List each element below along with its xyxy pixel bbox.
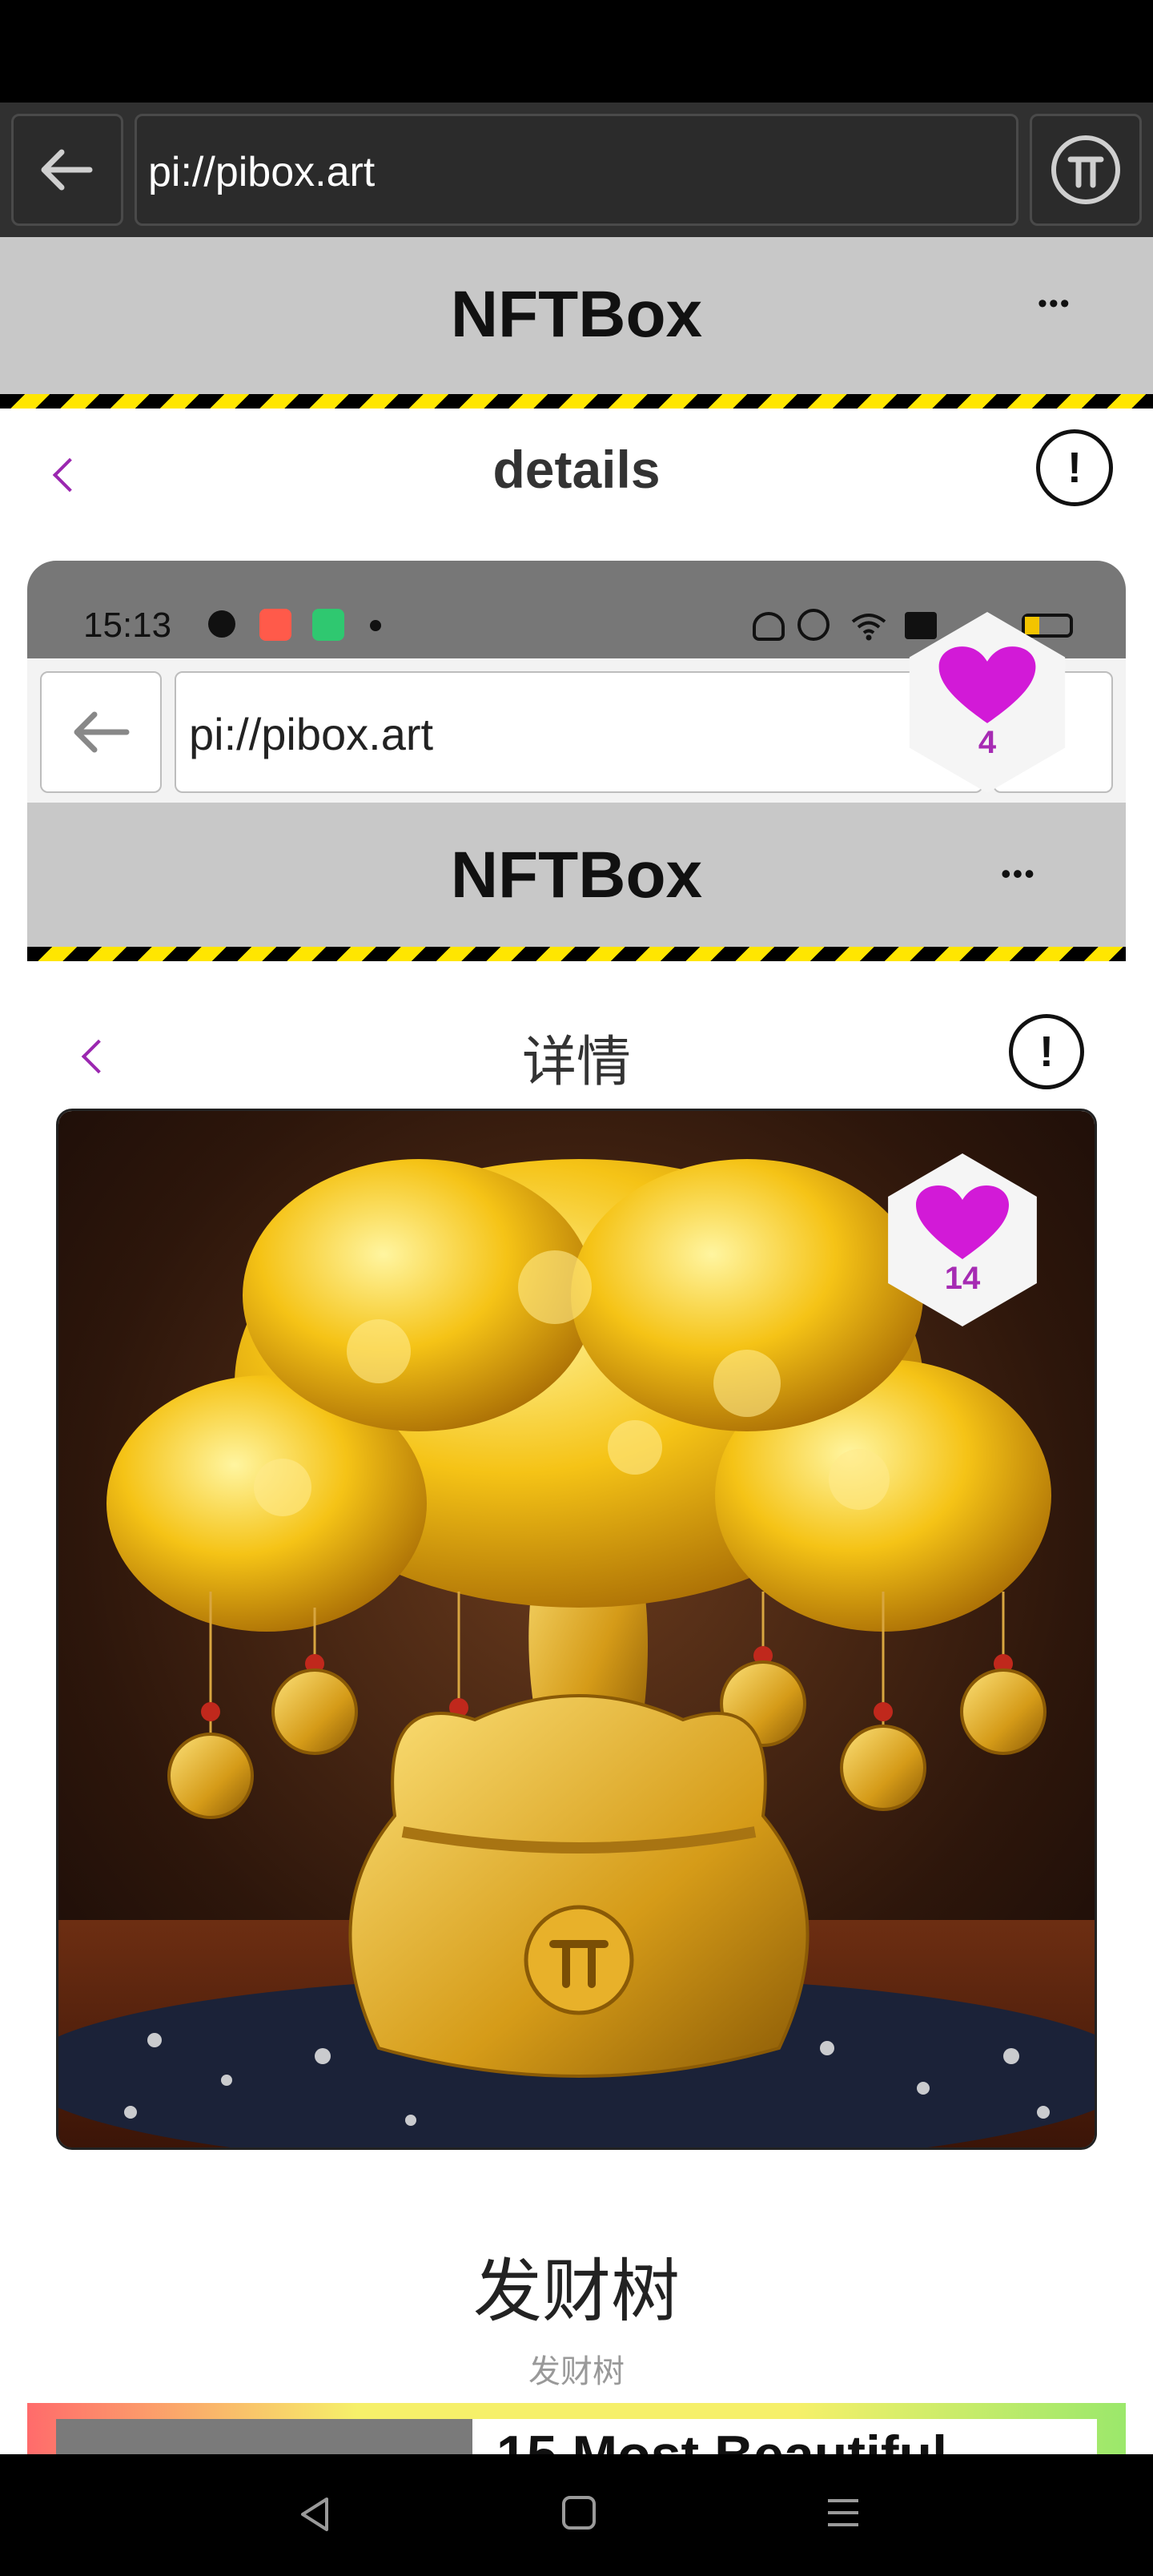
alarm-icon [797, 609, 830, 641]
inner-page-title: 详情 [521, 1032, 631, 1093]
inner-app-header: NFTBox ••• [27, 803, 1126, 961]
hd-icon [905, 612, 937, 639]
browser-back-button[interactable] [11, 114, 123, 226]
like-count: 4 [978, 724, 997, 760]
heart-icon [938, 646, 1036, 723]
next-card-title-box: 15 Most Beautiful... [472, 2419, 1097, 2454]
inner-address-bar: pi://pibox.art [175, 671, 983, 793]
inner-info-icon: ! [1009, 1014, 1084, 1089]
device-status-bar [0, 0, 1153, 103]
nav-home-icon[interactable] [560, 2494, 597, 2531]
art-like-count: 14 [944, 1260, 981, 1296]
address-bar[interactable]: pi://pibox.art [135, 114, 1018, 226]
battery-icon [1022, 614, 1073, 638]
browser-toolbar: pi://pibox.art [0, 103, 1153, 237]
details-page: details ! 15:13 pi://pibox.art NFTBox ••… [0, 409, 1153, 2454]
app-title: NFTBox [450, 278, 703, 351]
heart-icon [916, 1185, 1009, 1259]
item-subtitle: 发财树 [528, 2354, 625, 2389]
wechat-icon [208, 610, 235, 638]
pi-browser-button[interactable] [1030, 114, 1142, 226]
address-bar-url: pi://pibox.art [148, 149, 376, 195]
inner-hazard-stripe [27, 947, 1126, 961]
next-card-title: 15 Most Beautiful... [496, 2424, 993, 2454]
nft-image-card[interactable]: 15:13 pi://pibox.art NFTBox ••• 详情 ! 14 … [27, 561, 1126, 2454]
hazard-stripe [0, 394, 1153, 409]
app-header: NFTBox ••• [0, 237, 1153, 409]
pi-logo-icon [1051, 135, 1120, 204]
page-title: details [492, 440, 661, 499]
inner-more-icon: ••• [1001, 857, 1036, 890]
inner-app-title: NFTBox [450, 839, 703, 912]
app-notification-icon-2 [312, 609, 344, 641]
wifi-icon [850, 610, 887, 641]
next-card-glow: 15 Most Beautiful... [27, 2403, 1126, 2454]
system-navigation-bar [0, 2454, 1153, 2576]
item-name: 发财树 [473, 2253, 680, 2330]
nav-back-icon[interactable] [295, 2494, 335, 2534]
next-card-thumbnail [56, 2419, 472, 2454]
arrow-left-icon [41, 149, 93, 191]
more-notifications-icon [370, 620, 381, 631]
app-notification-icon [259, 609, 291, 641]
more-icon[interactable]: ••• [1038, 288, 1071, 320]
inner-url: pi://pibox.art [189, 709, 434, 759]
mute-icon [753, 612, 785, 641]
nav-menu-icon[interactable] [825, 2494, 862, 2531]
info-icon[interactable]: ! [1036, 429, 1113, 506]
inner-time: 15:13 [83, 606, 172, 645]
inner-back-button [40, 671, 162, 793]
arrow-left-icon [74, 711, 130, 753]
